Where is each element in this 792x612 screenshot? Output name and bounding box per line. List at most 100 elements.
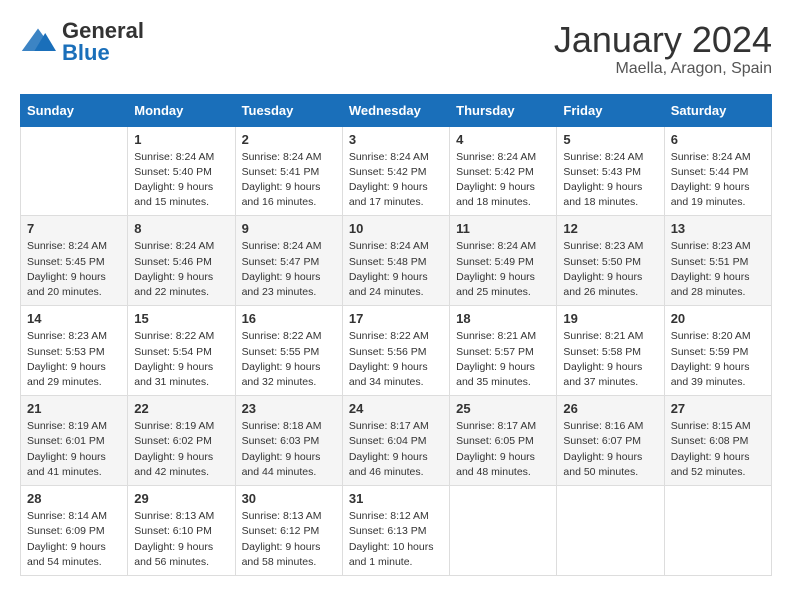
day-info: Sunrise: 8:19 AMSunset: 6:02 PMDaylight:…	[134, 419, 228, 480]
day-info: Sunrise: 8:21 AMSunset: 5:58 PMDaylight:…	[563, 329, 657, 390]
day-info: Sunrise: 8:24 AMSunset: 5:42 PMDaylight:…	[456, 150, 550, 211]
calendar-cell: 5 Sunrise: 8:24 AMSunset: 5:43 PMDaylight…	[557, 126, 664, 216]
day-info: Sunrise: 8:14 AMSunset: 6:09 PMDaylight:…	[27, 509, 121, 570]
day-number: 8	[134, 221, 228, 236]
day-number: 29	[134, 491, 228, 506]
day-info: Sunrise: 8:12 AMSunset: 6:13 PMDaylight:…	[349, 509, 443, 570]
day-number: 9	[242, 221, 336, 236]
day-info: Sunrise: 8:24 AMSunset: 5:48 PMDaylight:…	[349, 239, 443, 300]
column-header-tuesday: Tuesday	[235, 94, 342, 126]
calendar-cell: 6Sunrise: 8:24 AMSunset: 5:44 PMDaylight…	[664, 126, 771, 216]
day-number: 7	[27, 221, 121, 236]
day-info: Sunrise: 8:24 AMSunset: 5:40 PMDaylight:…	[134, 150, 228, 211]
calendar-cell: 15 Sunrise: 8:22 AMSunset: 5:54 PMDayligh…	[128, 306, 235, 396]
week-row-4: 21Sunrise: 8:19 AMSunset: 6:01 PMDayligh…	[21, 396, 772, 486]
page-header: General Blue January 2024 Maella, Aragon…	[20, 20, 772, 78]
calendar-cell: 24Sunrise: 8:17 AMSunset: 6:04 PMDayligh…	[342, 396, 449, 486]
calendar-cell: 13Sunrise: 8:23 AMSunset: 5:51 PMDayligh…	[664, 216, 771, 306]
header-row: SundayMondayTuesdayWednesdayThursdayFrid…	[21, 94, 772, 126]
calendar-cell	[557, 486, 664, 576]
day-number: 23	[242, 401, 336, 416]
logo-icon	[20, 24, 56, 60]
day-info: Sunrise: 8:22 AMSunset: 5:56 PMDaylight:…	[349, 329, 443, 390]
week-row-5: 28Sunrise: 8:14 AMSunset: 6:09 PMDayligh…	[21, 486, 772, 576]
day-info: Sunrise: 8:24 AMSunset: 5:41 PMDaylight:…	[242, 150, 336, 211]
day-number: 6	[671, 132, 765, 147]
day-number: 14	[27, 311, 121, 326]
day-info: Sunrise: 8:15 AMSunset: 6:08 PMDaylight:…	[671, 419, 765, 480]
calendar-cell: 16Sunrise: 8:22 AMSunset: 5:55 PMDayligh…	[235, 306, 342, 396]
calendar-cell: 17 Sunrise: 8:22 AMSunset: 5:56 PMDayligh…	[342, 306, 449, 396]
column-header-sunday: Sunday	[21, 94, 128, 126]
calendar-cell: 26Sunrise: 8:16 AMSunset: 6:07 PMDayligh…	[557, 396, 664, 486]
day-number: 1	[134, 132, 228, 147]
day-number: 2	[242, 132, 336, 147]
calendar-cell: 25Sunrise: 8:17 AMSunset: 6:05 PMDayligh…	[450, 396, 557, 486]
calendar-cell: 2 Sunrise: 8:24 AMSunset: 5:41 PMDaylight…	[235, 126, 342, 216]
day-info: Sunrise: 8:22 AMSunset: 5:55 PMDaylight:…	[242, 329, 336, 390]
day-number: 17	[349, 311, 443, 326]
week-row-1: 1 Sunrise: 8:24 AMSunset: 5:40 PMDaylight…	[21, 126, 772, 216]
calendar-cell: 8 Sunrise: 8:24 AMSunset: 5:46 PMDaylight…	[128, 216, 235, 306]
calendar-cell: 7 Sunrise: 8:24 AMSunset: 5:45 PMDaylight…	[21, 216, 128, 306]
calendar-cell: 22 Sunrise: 8:19 AMSunset: 6:02 PMDayligh…	[128, 396, 235, 486]
calendar-cell: 4Sunrise: 8:24 AMSunset: 5:42 PMDaylight…	[450, 126, 557, 216]
calendar-cell: 12Sunrise: 8:23 AMSunset: 5:50 PMDayligh…	[557, 216, 664, 306]
calendar-cell: 31 Sunrise: 8:12 AMSunset: 6:13 PMDayligh…	[342, 486, 449, 576]
day-info: Sunrise: 8:19 AMSunset: 6:01 PMDaylight:…	[27, 419, 121, 480]
calendar-cell: 11 Sunrise: 8:24 AMSunset: 5:49 PMDayligh…	[450, 216, 557, 306]
calendar-cell: 18 Sunrise: 8:21 AMSunset: 5:57 PMDayligh…	[450, 306, 557, 396]
calendar-cell: 27 Sunrise: 8:15 AMSunset: 6:08 PMDayligh…	[664, 396, 771, 486]
day-number: 31	[349, 491, 443, 506]
day-number: 11	[456, 221, 550, 236]
day-number: 3	[349, 132, 443, 147]
day-number: 20	[671, 311, 765, 326]
day-info: Sunrise: 8:13 AMSunset: 6:12 PMDaylight:…	[242, 509, 336, 570]
column-header-friday: Friday	[557, 94, 664, 126]
day-info: Sunrise: 8:17 AMSunset: 6:05 PMDaylight:…	[456, 419, 550, 480]
day-number: 27	[671, 401, 765, 416]
day-number: 18	[456, 311, 550, 326]
day-number: 22	[134, 401, 228, 416]
calendar-cell: 1 Sunrise: 8:24 AMSunset: 5:40 PMDaylight…	[128, 126, 235, 216]
day-info: Sunrise: 8:13 AMSunset: 6:10 PMDaylight:…	[134, 509, 228, 570]
day-info: Sunrise: 8:21 AMSunset: 5:57 PMDaylight:…	[456, 329, 550, 390]
column-header-monday: Monday	[128, 94, 235, 126]
day-info: Sunrise: 8:17 AMSunset: 6:04 PMDaylight:…	[349, 419, 443, 480]
day-info: Sunrise: 8:20 AMSunset: 5:59 PMDaylight:…	[671, 329, 765, 390]
day-info: Sunrise: 8:24 AMSunset: 5:43 PMDaylight:…	[563, 150, 657, 211]
day-number: 15	[134, 311, 228, 326]
calendar-cell: 9Sunrise: 8:24 AMSunset: 5:47 PMDaylight…	[235, 216, 342, 306]
column-header-wednesday: Wednesday	[342, 94, 449, 126]
logo: General Blue	[20, 20, 144, 64]
day-info: Sunrise: 8:24 AMSunset: 5:46 PMDaylight:…	[134, 239, 228, 300]
calendar-cell: 29 Sunrise: 8:13 AMSunset: 6:10 PMDayligh…	[128, 486, 235, 576]
column-header-thursday: Thursday	[450, 94, 557, 126]
calendar-cell: 20 Sunrise: 8:20 AMSunset: 5:59 PMDayligh…	[664, 306, 771, 396]
calendar-cell: 23 Sunrise: 8:18 AMSunset: 6:03 PMDayligh…	[235, 396, 342, 486]
calendar-cell: 19 Sunrise: 8:21 AMSunset: 5:58 PMDayligh…	[557, 306, 664, 396]
day-info: Sunrise: 8:22 AMSunset: 5:54 PMDaylight:…	[134, 329, 228, 390]
week-row-3: 14 Sunrise: 8:23 AMSunset: 5:53 PMDayligh…	[21, 306, 772, 396]
calendar-cell	[664, 486, 771, 576]
title-block: January 2024 Maella, Aragon, Spain	[554, 20, 772, 78]
day-number: 13	[671, 221, 765, 236]
day-info: Sunrise: 8:23 AMSunset: 5:53 PMDaylight:…	[27, 329, 121, 390]
day-info: Sunrise: 8:24 AMSunset: 5:49 PMDaylight:…	[456, 239, 550, 300]
day-info: Sunrise: 8:16 AMSunset: 6:07 PMDaylight:…	[563, 419, 657, 480]
calendar-cell: 21Sunrise: 8:19 AMSunset: 6:01 PMDayligh…	[21, 396, 128, 486]
calendar-cell: 28Sunrise: 8:14 AMSunset: 6:09 PMDayligh…	[21, 486, 128, 576]
day-number: 5	[563, 132, 657, 147]
calendar-subtitle: Maella, Aragon, Spain	[554, 60, 772, 78]
day-info: Sunrise: 8:24 AMSunset: 5:42 PMDaylight:…	[349, 150, 443, 211]
day-number: 19	[563, 311, 657, 326]
calendar-cell: 10 Sunrise: 8:24 AMSunset: 5:48 PMDayligh…	[342, 216, 449, 306]
day-info: Sunrise: 8:18 AMSunset: 6:03 PMDaylight:…	[242, 419, 336, 480]
logo-blue-text: Blue	[62, 40, 110, 65]
day-number: 10	[349, 221, 443, 236]
calendar-title: January 2024	[554, 20, 772, 60]
calendar-cell: 30Sunrise: 8:13 AMSunset: 6:12 PMDayligh…	[235, 486, 342, 576]
column-header-saturday: Saturday	[664, 94, 771, 126]
week-row-2: 7 Sunrise: 8:24 AMSunset: 5:45 PMDaylight…	[21, 216, 772, 306]
day-info: Sunrise: 8:24 AMSunset: 5:45 PMDaylight:…	[27, 239, 121, 300]
